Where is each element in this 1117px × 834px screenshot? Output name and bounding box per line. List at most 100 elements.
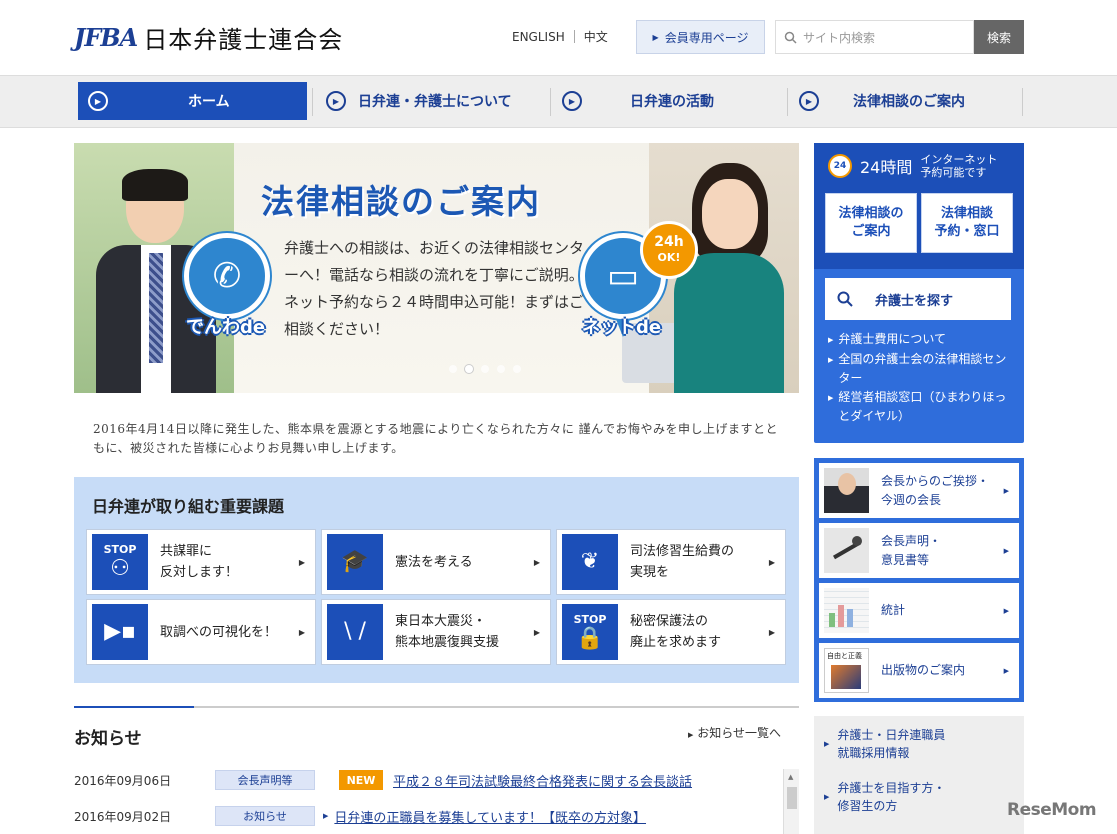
arrow-right-icon: ▶ (824, 793, 830, 801)
link-recruitment[interactable]: ▶ 弁護士・日弁連職員 就職採用情報 (824, 726, 945, 762)
video-camera-icon: ▶▪ (92, 604, 148, 660)
link-business-consult[interactable]: ▶ 経営者相談窓口（ひまわりほっとダイヤル） (828, 388, 1018, 426)
nav-item-activities[interactable]: ▶ 日弁連の活動 (560, 82, 785, 120)
sprout-icon: ❦ (562, 534, 618, 590)
divider (1022, 88, 1023, 116)
member-page-button[interactable]: ▶ 会員専用ページ (636, 20, 765, 54)
new-badge: NEW (339, 770, 383, 790)
play-circle-icon: ▶ (562, 91, 582, 111)
stop-people-icon: STOP ⚇ (92, 534, 148, 590)
play-circle-icon: ▶ (326, 91, 346, 111)
consultation-links: ▶ 弁護士費用について ▶ 全国の弁護士会の法律相談センター ▶ 経営者相談窓口（ひま… (828, 330, 1018, 426)
nav-label: ホーム (188, 94, 230, 110)
site-header: JFBA 日本弁護士連合会 ENGLISH 中文 ▶ 会員専用ページ サイト内検… (0, 0, 1117, 76)
divider (312, 88, 313, 116)
hero-body-text: 弁護士への相談は、お近くの法律相談センターへ！電話なら相談の流れを丁寧にご説明。… (284, 239, 585, 338)
24h-notice: 24 24時間 インターネット 予約可能です (828, 153, 997, 179)
key-issues-section: 日弁連が取り組む重要課題 STOP ⚇ 共謀罪に 反対します！ ▶ 🎓 憲法を考える… (74, 477, 799, 683)
lang-english-link[interactable]: ENGLISH (512, 30, 565, 44)
news-category-badge: お知らせ (215, 806, 315, 826)
language-links: ENGLISH 中文 (512, 28, 608, 45)
publication-image: 自由と正義 (824, 648, 869, 693)
carousel-dot[interactable] (449, 365, 457, 373)
logo-text: 日本弁護士連合会 (143, 26, 344, 54)
arrow-right-icon: ▶ (828, 336, 834, 344)
carousel-dot[interactable] (513, 365, 521, 373)
reservation-button[interactable]: 法律相談 予約・窓口 (921, 193, 1013, 253)
arrow-right-icon: ▶ (1003, 667, 1009, 675)
search-input[interactable]: サイト内検索 (775, 20, 974, 54)
thumb-item-publications[interactable]: 自由と正義 出版物のご案内 ▶ (819, 643, 1019, 698)
arrow-right-icon: ▶ (824, 740, 830, 748)
issue-card-trainee-salary[interactable]: ❦ 司法修習生給費の 実現を ▶ (556, 529, 786, 595)
issue-card-constitution[interactable]: 🎓 憲法を考える ▶ (321, 529, 551, 595)
news-date: 2016年09月02日 (74, 809, 172, 824)
nav-item-home[interactable]: ▶ ホーム (78, 82, 307, 120)
link-fees[interactable]: ▶ 弁護士費用について (828, 330, 1018, 350)
arrow-right-icon: ▶ (828, 356, 834, 364)
search-button[interactable]: 検索 (974, 20, 1024, 54)
nav-item-about[interactable]: ▶ 日弁連・弁護士について (322, 82, 547, 120)
arrow-right-icon: ▶ (533, 558, 540, 567)
arrow-right-icon: ▶ (298, 558, 305, 567)
hours-label: 24時間 (860, 158, 913, 177)
watermark-logo: ReseMom (1007, 800, 1097, 820)
thumb-item-president-greeting[interactable]: 会長からのご挨拶・ 今週の会長 ▶ (819, 463, 1019, 518)
net-label: ネットde (582, 317, 662, 338)
search-placeholder: サイト内検索 (803, 30, 876, 45)
statistics-image (824, 588, 869, 633)
stop-lock-icon: STOP 🔒 (562, 604, 618, 660)
graduation-cap-icon: 🎓 (327, 534, 383, 590)
net-reservation-note: インターネット 予約可能です (920, 153, 998, 179)
divider (550, 88, 551, 116)
play-circle-icon: ▶ (799, 91, 819, 111)
news-list-link[interactable]: ▶ お知らせ一覧へ (688, 724, 781, 741)
consultation-guide-button[interactable]: 法律相談の ご案内 (825, 193, 917, 253)
news-scrollbar[interactable]: ▲ (783, 769, 799, 834)
arrow-right-icon: ▶ (1003, 607, 1009, 615)
news-section-title: お知らせ (74, 729, 142, 749)
carousel-dot[interactable] (481, 365, 489, 373)
find-lawyer-button[interactable]: 弁護士を探す (825, 278, 1011, 320)
info-links-panel: 会長からのご挨拶・ 今週の会長 ▶ 会長声明・ 意見書等 ▶ 統計 ▶ 自由と正義 … (814, 458, 1024, 702)
nav-label: 法律相談のご案内 (853, 94, 965, 110)
recruitment-panel: ▶ 弁護士・日弁連職員 就職採用情報 ▶ 弁護士を目指す方・ 修習生の方 (814, 716, 1024, 834)
nav-label: 日弁連の活動 (630, 94, 714, 110)
arrow-right-icon: ▶ (323, 812, 329, 820)
issue-card-disaster-support[interactable]: \ / 東日本大震災・ 熊本地震復興支援 ▶ (321, 599, 551, 665)
divider-accent (74, 706, 194, 708)
logo-mark: JFBA (74, 23, 138, 52)
thumb-item-statements[interactable]: 会長声明・ 意見書等 ▶ (819, 523, 1019, 578)
carousel-dot[interactable] (497, 365, 505, 373)
lang-chinese-link[interactable]: 中文 (584, 28, 608, 45)
nav-item-consultation[interactable]: ▶ 法律相談のご案内 (797, 82, 1022, 120)
site-logo[interactable]: JFBA 日本弁護士連合会 (74, 20, 343, 55)
microphone-image (824, 528, 869, 573)
scroll-up-icon[interactable]: ▲ (788, 773, 793, 781)
arrow-right-icon: ▶ (688, 731, 694, 739)
issue-card-conspiracy[interactable]: STOP ⚇ 共謀罪に 反対します！ ▶ (86, 529, 316, 595)
book-cover-text: 自由と正義 (827, 652, 862, 660)
woman-image (674, 163, 784, 393)
link-consult-centers[interactable]: ▶ 全国の弁護士会の法律相談センター (828, 350, 1018, 388)
badge-bottom: OK! (657, 251, 681, 264)
24h-ok-badge: 24h OK! (640, 221, 698, 279)
arrow-right-icon: ▶ (828, 394, 834, 402)
thumb-item-statistics[interactable]: 統計 ▶ (819, 583, 1019, 638)
scrollbar-thumb[interactable] (787, 787, 797, 809)
news-link[interactable]: 日弁連の正職員を募集しています！【既卒の方対象】 (334, 807, 646, 826)
nav-label: 日弁連・弁護士について (358, 94, 512, 110)
hero-banner[interactable]: 法律相談のご案内 弁護士への相談は、お近くの法律相談センターへ！電話なら相談の流… (74, 143, 799, 393)
link-aspiring-lawyers[interactable]: ▶ 弁護士を目指す方・ 修習生の方 (824, 779, 945, 815)
arrow-right-icon: ▶ (298, 628, 305, 637)
badge-top: 24h (654, 234, 684, 250)
president-photo (824, 468, 869, 513)
issue-card-interrogation[interactable]: ▶▪ 取調べの可視化を！ ▶ (86, 599, 316, 665)
news-row: 2016年09月02日 お知らせ ▶ 日弁連の正職員を募集しています！【既卒の方… (74, 805, 784, 827)
carousel-dot-active[interactable] (465, 365, 473, 373)
arrow-right-icon: ▶ (768, 558, 775, 567)
play-circle-icon: ▶ (88, 91, 108, 111)
news-link[interactable]: 平成２８年司法試験最終合格発表に関する会長談話 (393, 771, 692, 790)
issue-card-secrecy-law[interactable]: STOP 🔒 秘密保護法の 廃止を求めます ▶ (556, 599, 786, 665)
clock-icon: 24 (828, 154, 852, 178)
